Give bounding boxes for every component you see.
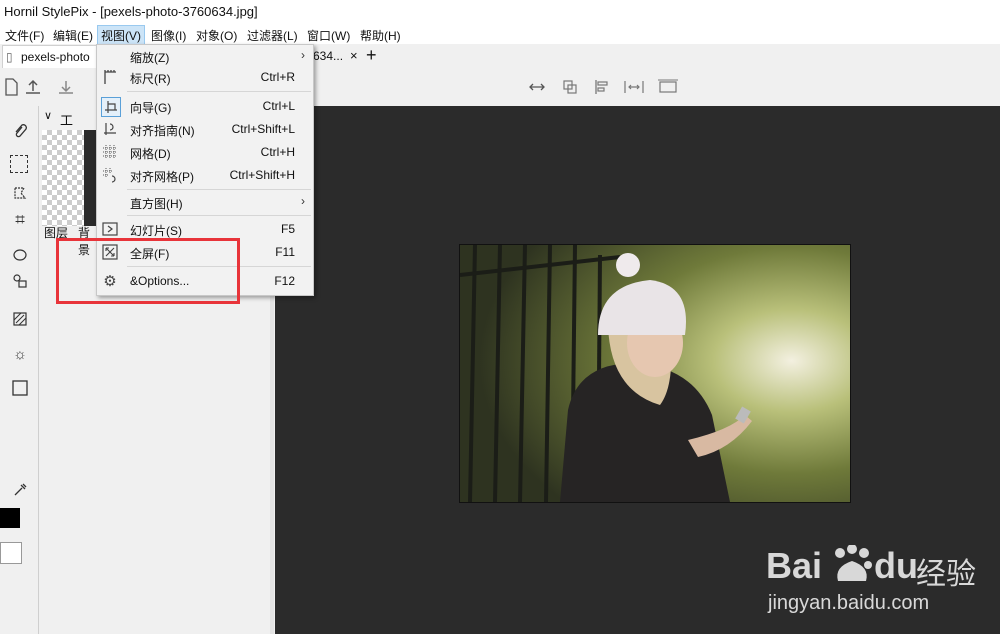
- crop-icon[interactable]: ⌗: [10, 210, 30, 230]
- window-title: Hornil StylePix - [pexels-photo-3760634.…: [4, 4, 258, 19]
- menu-separator: [127, 91, 311, 92]
- grid-icon: [101, 143, 119, 161]
- lasso-icon[interactable]: [10, 183, 30, 203]
- document-tab-label: pexels-photo: [21, 50, 90, 64]
- photo-image: [459, 244, 851, 503]
- menu-item-snap-grid[interactable]: 对齐网格(P) Ctrl+Shift+H: [97, 164, 313, 186]
- rectangle-icon[interactable]: [10, 378, 30, 398]
- menu-item-snap-grid-label: 对齐网格(P): [130, 170, 194, 184]
- watermark-url: jingyan.baidu.com: [768, 592, 930, 614]
- flip-horizontal-icon[interactable]: [526, 76, 548, 98]
- align-left-icon[interactable]: [591, 76, 613, 98]
- new-document-icon[interactable]: [0, 76, 22, 98]
- snap-grid-icon: [101, 166, 119, 184]
- baidu-logo-jingyan: 经验: [916, 558, 976, 591]
- eyedropper-icon[interactable]: [10, 480, 30, 500]
- snap-guides-icon: [101, 120, 119, 138]
- rect-select-icon[interactable]: [10, 155, 28, 173]
- chevron-down-icon: ∨: [44, 110, 53, 122]
- baidu-logo-text-du: du: [874, 545, 918, 586]
- document-tab-label-second[interactable]: 634...: [313, 45, 343, 67]
- menu-item-ruler-label: 标尺(R): [130, 72, 171, 86]
- menu-item-grid-shortcut: Ctrl+H: [260, 145, 295, 159]
- menu-item-slideshow-label: 幻灯片(S): [130, 224, 182, 238]
- upload-icon[interactable]: [22, 76, 44, 98]
- menu-item-histogram-label: 直方图(H): [130, 197, 183, 211]
- menu-help[interactable]: 帮助(H): [357, 26, 404, 45]
- menu-separator: [127, 215, 311, 216]
- menu-view[interactable]: 视图(V): [97, 25, 145, 46]
- file-icon: ▯: [6, 50, 13, 64]
- distribute-icon[interactable]: [623, 76, 645, 98]
- title-bar: Hornil StylePix - [pexels-photo-3760634.…: [0, 0, 1000, 24]
- menu-item-zoom-label: 缩放(Z): [130, 51, 170, 65]
- menu-object[interactable]: 对象(O): [193, 26, 240, 45]
- close-tab-icon[interactable]: ×: [350, 45, 358, 67]
- menu-image[interactable]: 图像(I): [148, 26, 189, 45]
- submenu-arrow-icon: ›: [301, 194, 305, 208]
- menu-item-ruler[interactable]: 标尺(R) Ctrl+R: [97, 66, 313, 88]
- menu-item-guides-label: 向导(G): [130, 101, 172, 115]
- menu-bar: 文件(F) 编辑(E) 视图(V) 图像(I) 对象(O) 过滤器(L) 窗口(…: [0, 24, 1000, 46]
- foreground-color-swatch[interactable]: [0, 508, 20, 528]
- ruler-icon: [101, 68, 119, 86]
- paperclip-icon[interactable]: [10, 121, 30, 141]
- clone-icon[interactable]: [10, 271, 30, 291]
- brightness-icon[interactable]: ☼: [10, 344, 30, 364]
- menu-item-slideshow-shortcut: F5: [280, 222, 295, 236]
- menu-item-snap-grid-shortcut: Ctrl+Shift+H: [229, 168, 295, 182]
- menu-item-guides[interactable]: 向导(G) Ctrl+L: [97, 95, 313, 117]
- tools-bar: ⌗ ☼: [0, 106, 39, 634]
- menu-item-guides-shortcut: Ctrl+L: [262, 99, 295, 113]
- menu-window[interactable]: 窗口(W): [304, 26, 353, 45]
- menu-separator: [127, 189, 311, 190]
- menu-item-histogram[interactable]: 直方图(H) ›: [97, 191, 313, 213]
- document-tab[interactable]: ▯ pexels-photo: [2, 45, 98, 68]
- submenu-arrow-icon: ›: [301, 48, 305, 62]
- menu-item-zoom[interactable]: 缩放(Z) ›: [97, 45, 313, 67]
- menu-item-grid-label: 网格(D): [130, 147, 171, 161]
- menu-item-options-shortcut: F12: [274, 274, 295, 288]
- menu-filter[interactable]: 过滤器(L): [244, 26, 301, 45]
- paw-icon: [835, 545, 872, 581]
- gradient-icon[interactable]: [10, 309, 30, 329]
- menu-item-fullscreen-shortcut: F11: [275, 245, 295, 259]
- menu-item-ruler-shortcut: Ctrl+R: [260, 70, 295, 84]
- menu-item-snap-guides-shortcut: Ctrl+Shift+L: [231, 122, 295, 136]
- download-icon[interactable]: [55, 76, 77, 98]
- shape-icon[interactable]: [10, 245, 30, 265]
- slideshow-icon: [101, 220, 119, 238]
- menu-item-snap-guides-label: 对齐指南(N): [130, 124, 195, 138]
- baidu-logo: Bai du 经验: [766, 545, 986, 591]
- menu-edit[interactable]: 编辑(E): [50, 26, 96, 45]
- menu-item-snap-guides[interactable]: 对齐指南(N) Ctrl+Shift+L: [97, 118, 313, 140]
- arrange-icon[interactable]: [559, 76, 581, 98]
- add-tab-icon[interactable]: +: [366, 45, 377, 67]
- menu-item-slideshow[interactable]: 幻灯片(S) F5: [97, 218, 313, 240]
- menu-file[interactable]: 文件(F): [2, 26, 47, 45]
- baidu-logo-text: Bai: [766, 545, 823, 586]
- canvas-size-icon[interactable]: [657, 76, 679, 98]
- menu-item-grid[interactable]: 网格(D) Ctrl+H: [97, 141, 313, 163]
- highlight-box: [56, 238, 240, 304]
- background-color-swatch[interactable]: [0, 542, 22, 564]
- guides-icon: [101, 97, 121, 117]
